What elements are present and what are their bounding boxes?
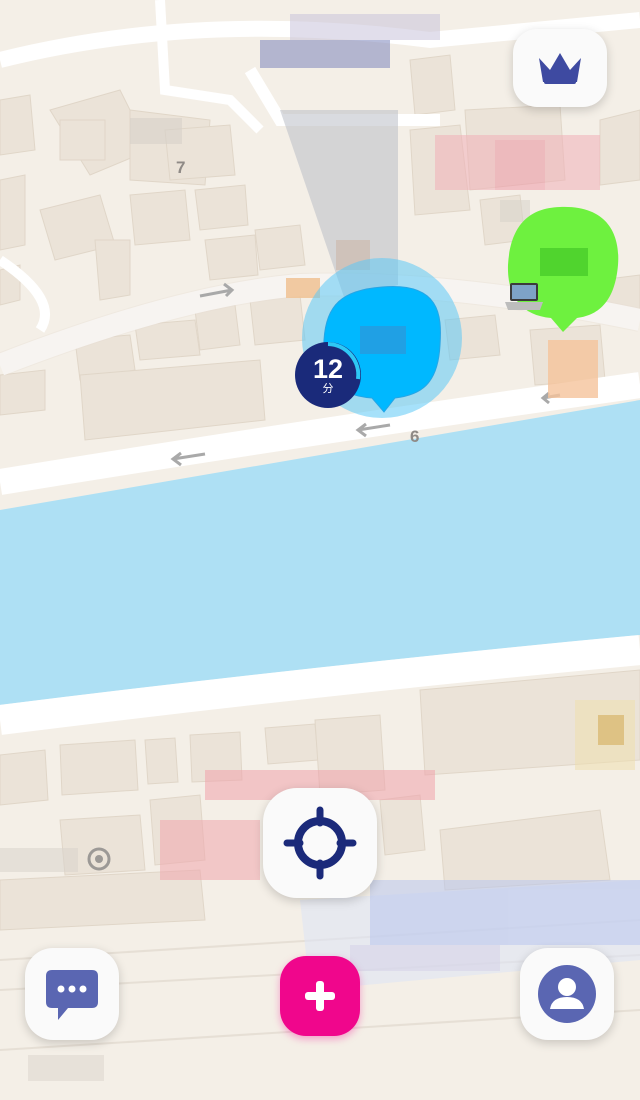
user-icon: [538, 965, 596, 1023]
crown-icon: [539, 53, 581, 84]
road-number-label: 7: [176, 158, 186, 177]
map-canvas[interactable]: [0, 0, 640, 1100]
add-button[interactable]: [280, 956, 360, 1036]
locate-me-button[interactable]: [263, 788, 377, 898]
crosshair-icon: [283, 806, 357, 880]
plus-icon: [305, 981, 335, 1011]
laptop-icon: [505, 283, 543, 310]
timer-value: 12: [312, 354, 344, 384]
timer-badge[interactable]: 12 分: [294, 341, 362, 409]
road-number-label: 6: [410, 427, 420, 446]
chat-bubble-icon: [46, 970, 98, 1020]
profile-button[interactable]: [520, 948, 614, 1040]
timer-unit: 分: [322, 382, 334, 395]
premium-crown-button[interactable]: [513, 29, 607, 107]
chat-button[interactable]: [25, 948, 119, 1040]
